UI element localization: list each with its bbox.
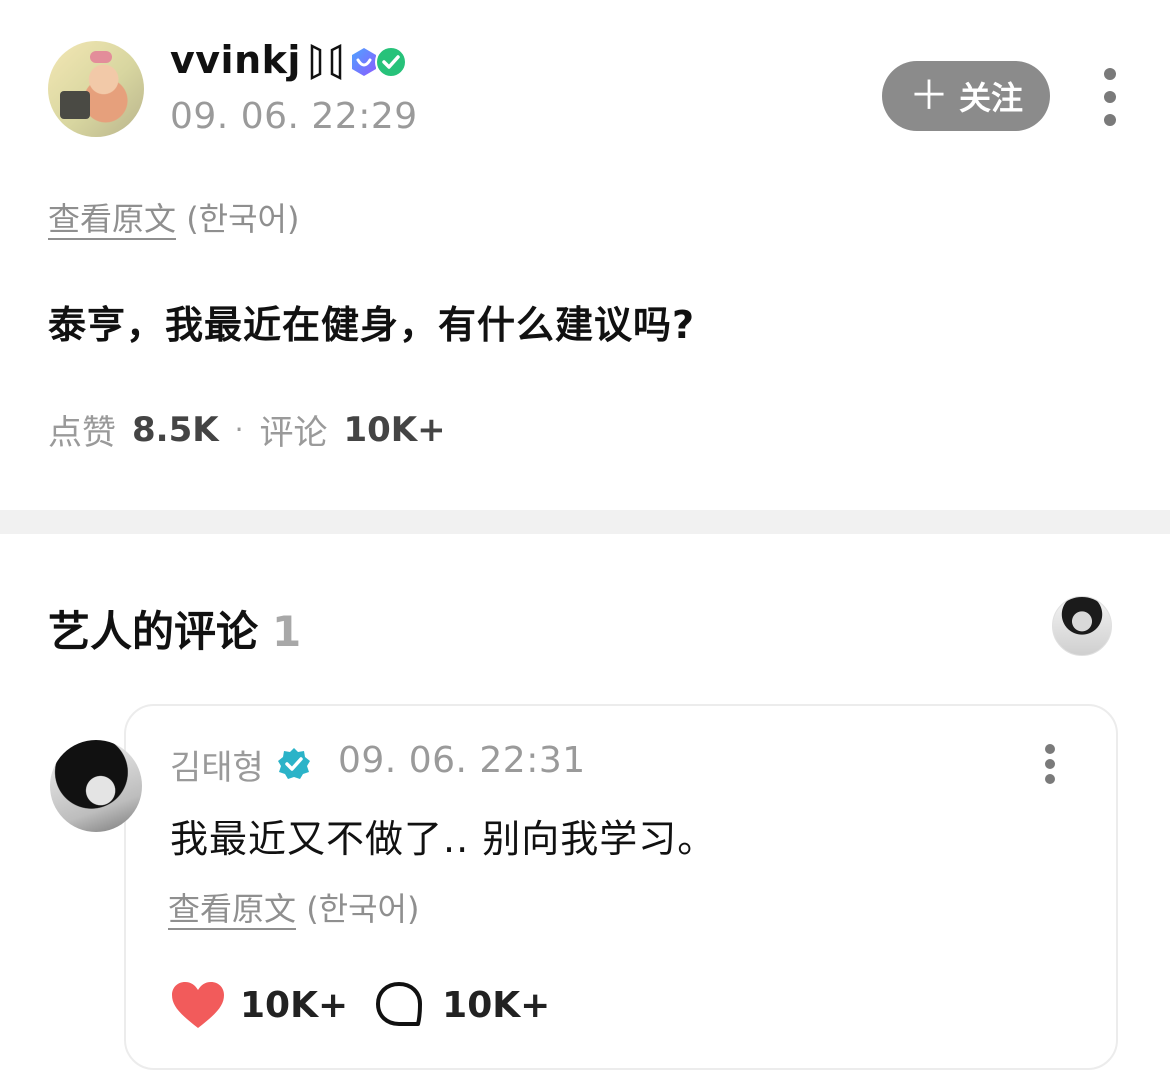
likes-count: 8.5K (132, 409, 219, 450)
comment-bubble-icon[interactable] (374, 980, 424, 1030)
verified-icon (278, 748, 310, 779)
comment-author[interactable]: 김태형 (170, 740, 264, 789)
original-language: (한국어) (186, 200, 300, 238)
user-avatar[interactable] (48, 41, 144, 137)
more-icon-dot (1104, 91, 1116, 103)
comment-translate-row: 查看原文 (한국어) (168, 884, 419, 930)
artist-avatar[interactable] (50, 740, 142, 832)
user-badges (308, 42, 408, 82)
heart-icon[interactable] (170, 980, 226, 1030)
username[interactable]: vvinkj (170, 38, 301, 82)
comments-label[interactable]: 评论 (259, 405, 327, 454)
more-icon-dot (1045, 759, 1055, 769)
comment-timestamp: 09. 06. 22:31 (338, 740, 586, 781)
more-icon-dot (1104, 114, 1116, 126)
comment-more-button[interactable] (1042, 744, 1058, 784)
check-badge-icon (375, 46, 407, 78)
stats-separator: · (234, 413, 244, 446)
more-options-button[interactable] (1094, 68, 1126, 126)
more-icon (1104, 68, 1116, 80)
comments-count: 10K+ (343, 409, 446, 450)
artist-comments-label: 艺人的评论 (48, 607, 259, 656)
comment-view-original-link[interactable]: 查看原文 (168, 890, 296, 928)
post-translate-row: 查看原文 (한국어) (48, 194, 299, 240)
artist-comments-count: 1 (272, 607, 302, 656)
comment-original-language: (한국어) (306, 890, 420, 928)
section-divider (0, 510, 1170, 534)
view-original-link[interactable]: 查看原文 (48, 200, 176, 238)
plus-icon: ＋ (908, 73, 949, 119)
follow-label: 关注 (958, 79, 1023, 117)
avatar-bow (90, 51, 112, 63)
comment-body-text: 我最近又不做了.. 别向我学习。 (170, 817, 717, 861)
follow-button[interactable]: ＋ 关注 (882, 61, 1050, 131)
post-header-section: vvinkj 09. 06. 22:29 ＋ 关注 查看原文 (한국어) 泰亨，… (0, 0, 1170, 510)
comment-reply-count: 10K+ (442, 984, 551, 1026)
artist-comments-title: 艺人的评论 1 (48, 598, 301, 659)
comment-like-count: 10K+ (240, 984, 349, 1026)
post-body-text: 泰亨，我最近在健身，有什么建议吗? (48, 303, 696, 347)
artist-mini-avatar[interactable] (1052, 596, 1112, 656)
avatar-inner-photo (60, 91, 90, 119)
post-stats: 点赞 8.5K · 评论 10K+ (48, 405, 446, 454)
more-icon (1045, 744, 1055, 754)
likes-label[interactable]: 点赞 (48, 405, 116, 454)
post-timestamp: 09. 06. 22:29 (170, 96, 418, 137)
more-icon-dot (1045, 774, 1055, 784)
comment-actions: 10K+ 10K+ (170, 980, 550, 1030)
bts-logo-icon (310, 43, 342, 81)
